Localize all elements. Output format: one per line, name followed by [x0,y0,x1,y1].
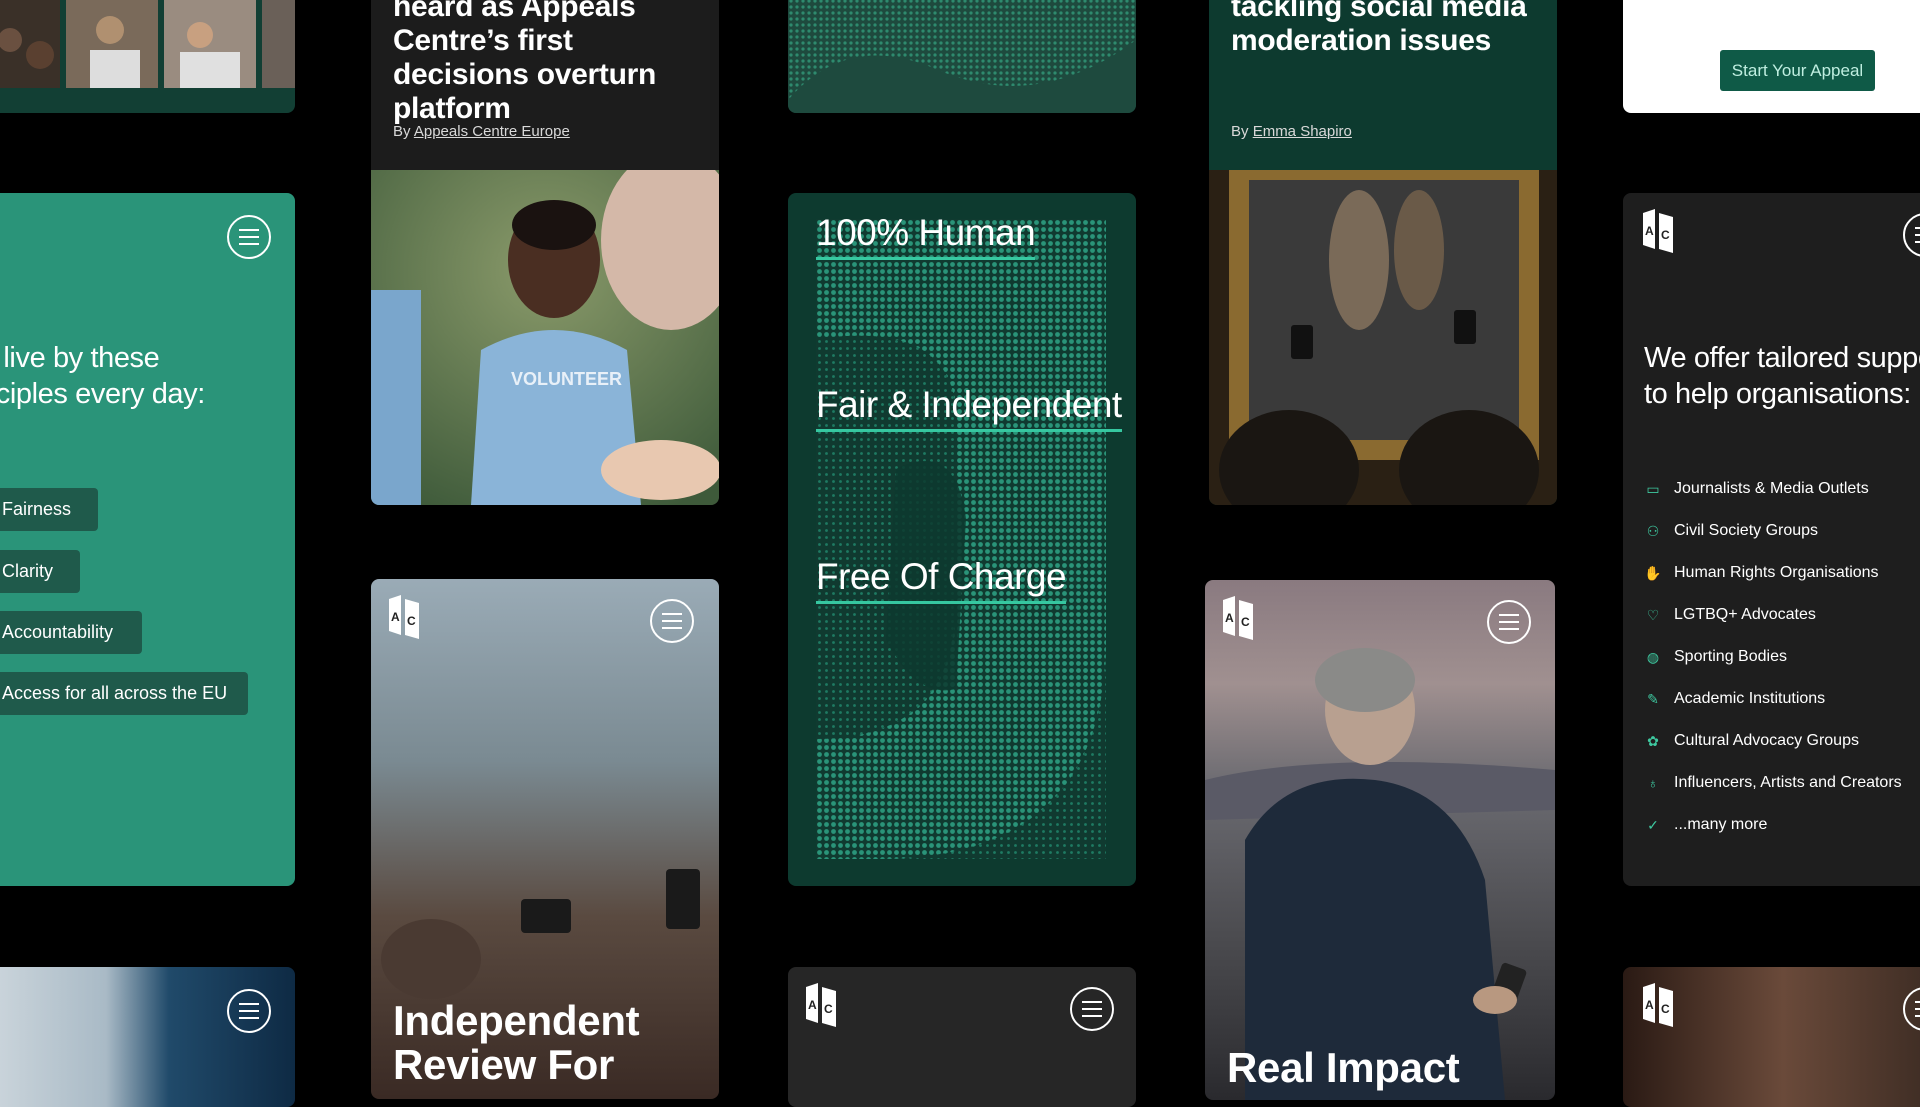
museum-photo [1209,170,1557,505]
ac-logo-icon: A C [1643,209,1673,253]
list-item: ♁ Influencers, Artists and Creators [1644,762,1902,804]
article-byline: By Emma Shapiro [1231,123,1352,140]
list-item: ✿ Cultural Advocacy Groups [1644,720,1902,762]
people-icon: ⚇ [1646,522,1660,539]
principles-card: e live by these nciples every day: ⚖Fair… [0,193,295,886]
svg-text:C: C [824,1002,833,1016]
svg-text:C: C [1661,1002,1670,1016]
principles-heading: e live by these nciples every day: [0,342,205,410]
ac-logo-icon: A C [806,983,836,1027]
flower-icon: ✿ [1647,732,1659,749]
list-item: ▭ Journalists & Media Outlets [1644,468,1902,510]
check-icon: ✓ [1647,816,1659,833]
value-fair-independent: Fair & Independent [816,385,1122,432]
menu-button[interactable] [1903,987,1920,1031]
cta-card: Start Your Appeal [1623,0,1920,113]
real-impact-card[interactable]: A C Real Impact [1205,580,1555,1100]
volunteer-photo: VOLUNTEER [371,170,719,505]
principle-pill-access: ◎Access for all across the EU [0,672,248,715]
author-link[interactable]: Emma Shapiro [1253,123,1352,140]
heart-icon: ♡ [1646,606,1660,623]
principle-pill-accountability: 🔔Accountability [0,611,142,654]
hand-icon: ✋ [1644,564,1662,581]
menu-button[interactable] [227,989,271,1033]
value-human: 100% Human [816,213,1036,260]
article-card-appeals[interactable]: heard as Appeals Centre’s first decision… [371,0,719,505]
author-link[interactable]: Appeals Centre Europe [414,123,570,140]
list-item: ✋ Human Rights Organisations [1644,564,1879,581]
list-item: ✓ ...many more [1644,804,1902,846]
svg-text:C: C [407,614,416,628]
menu-button[interactable] [227,215,271,259]
article-card-social[interactable]: tackling social media moderation issues … [1209,0,1557,505]
card-headline: Independent Review For [393,997,640,1088]
bulb-icon: ♁ [1647,775,1659,791]
blue-photo-card [0,967,295,1107]
svg-text:A: A [1645,998,1654,1012]
newspaper-icon: ▭ [1646,480,1660,497]
svg-text:VOLUNTEER: VOLUNTEER [511,369,622,389]
pattern-card [788,0,1136,113]
svg-text:A: A [1645,224,1654,238]
menu-button[interactable] [650,599,694,643]
list-item: ✎ Academic Institutions [1644,678,1902,720]
independent-review-card[interactable]: A C Independent Review For [371,579,719,1099]
svg-text:C: C [1661,228,1670,242]
principle-pill-clarity: ◇Clarity [0,550,80,593]
menu-button[interactable] [1070,987,1114,1031]
ball-icon: ◍ [1646,648,1660,665]
ac-logo-icon: A C [389,595,419,639]
article-headline: heard as Appeals Centre’s first decision… [393,0,657,125]
pen-icon: ✎ [1647,690,1659,707]
article-headline: tackling social media moderation issues [1231,0,1527,57]
photo-grid-card [0,0,295,113]
start-appeal-button[interactable]: Start Your Appeal [1720,50,1875,91]
svg-text:A: A [808,998,817,1012]
list-item: ◍ Sporting Bodies [1644,636,1902,678]
ac-logo-icon: A C [1643,983,1673,1027]
halftone-pattern [788,0,1136,113]
crowd-photos [0,0,295,88]
card-headline: Real Impact [1227,1044,1460,1091]
halftone-shape [816,219,1106,859]
values-halftone-card: 100% Human Fair & Independent Free Of Ch… [788,193,1136,886]
dark-halftone-card: A C [788,967,1136,1107]
organisations-heading: We offer tailored suppo to help organisa… [1644,342,1920,410]
portrait-card: A C [1623,967,1920,1107]
menu-button[interactable] [1903,213,1920,257]
organisations-list: ▭ Journalists & Media Outlets ⚇ Civil Soci… [1644,468,1902,846]
organisations-card: A C We offer tailored suppo to help orga… [1623,193,1920,886]
list-item: ♡ LGTBQ+ Advocates [1644,594,1902,636]
man-with-phone-photo [1205,648,1555,1100]
value-free-of-charge: Free Of Charge [816,557,1067,604]
article-byline: By Appeals Centre Europe [393,123,570,140]
principle-pill-fairness: ⚖Fairness [0,488,98,531]
list-item: ⚇ Civil Society Groups [1644,510,1902,552]
svg-text:A: A [391,610,400,624]
